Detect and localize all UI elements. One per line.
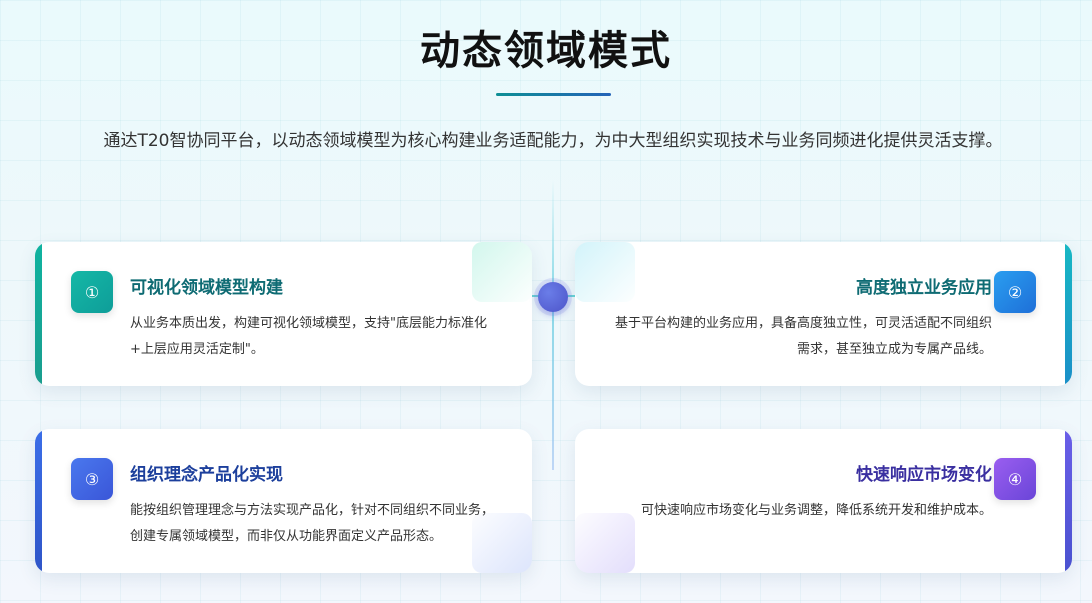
card-title: 可视化领域模型构建 — [130, 278, 283, 298]
center-hub-dot — [538, 282, 568, 312]
card-title: 快速响应市场变化 — [856, 465, 992, 485]
number-badge-4: ④ — [994, 458, 1036, 500]
title-underline — [496, 93, 611, 96]
card-glow — [472, 242, 532, 302]
card-glow — [575, 242, 635, 302]
card-accent-bar — [1065, 242, 1072, 386]
feature-card-org-philosophy[interactable]: ③ 组织理念产品化实现 能按组织管理理念与方法实现产品化，针对不同组织不同业务，… — [35, 429, 532, 573]
number-badge-1: ① — [71, 271, 113, 313]
page-title: 动态领域模式 — [420, 28, 672, 74]
number-badge-3: ③ — [71, 458, 113, 500]
card-description: 从业务本质出发，构建可视化领域模型，支持"底层能力标准化+上层应用灵活定制"。 — [130, 316, 487, 357]
feature-card-market-response[interactable]: ④ 快速响应市场变化 可快速响应市场变化与业务调整，降低系统开发和维护成本。 — [575, 429, 1072, 573]
card-title: 组织理念产品化实现 — [130, 465, 283, 485]
card-accent-bar — [35, 429, 42, 573]
feature-card-visual-domain-model[interactable]: ① 可视化领域模型构建 从业务本质出发，构建可视化领域模型，支持"底层能力标准化… — [35, 242, 532, 386]
number-badge-2: ② — [994, 271, 1036, 313]
card-accent-bar — [35, 242, 42, 386]
page-subtitle: 通达T20智协同平台，以动态领域模型为核心构建业务适配能力，为中大型组织实现技术… — [103, 131, 1003, 151]
card-description: 基于平台构建的业务应用，具备高度独立性，可灵活适配不同组织需求，甚至独立成为专属… — [614, 316, 992, 357]
card-description: 能按组织管理理念与方法实现产品化，针对不同组织不同业务，创建专属领域模型，而非仅… — [130, 503, 495, 544]
vertical-connector-line — [552, 180, 554, 470]
card-accent-bar — [1065, 429, 1072, 573]
card-title: 高度独立业务应用 — [856, 278, 992, 298]
card-description: 可快速响应市场变化与业务调整，降低系统开发和维护成本。 — [640, 503, 992, 518]
feature-card-independent-apps[interactable]: ② 高度独立业务应用 基于平台构建的业务应用，具备高度独立性，可灵活适配不同组织… — [575, 242, 1072, 386]
